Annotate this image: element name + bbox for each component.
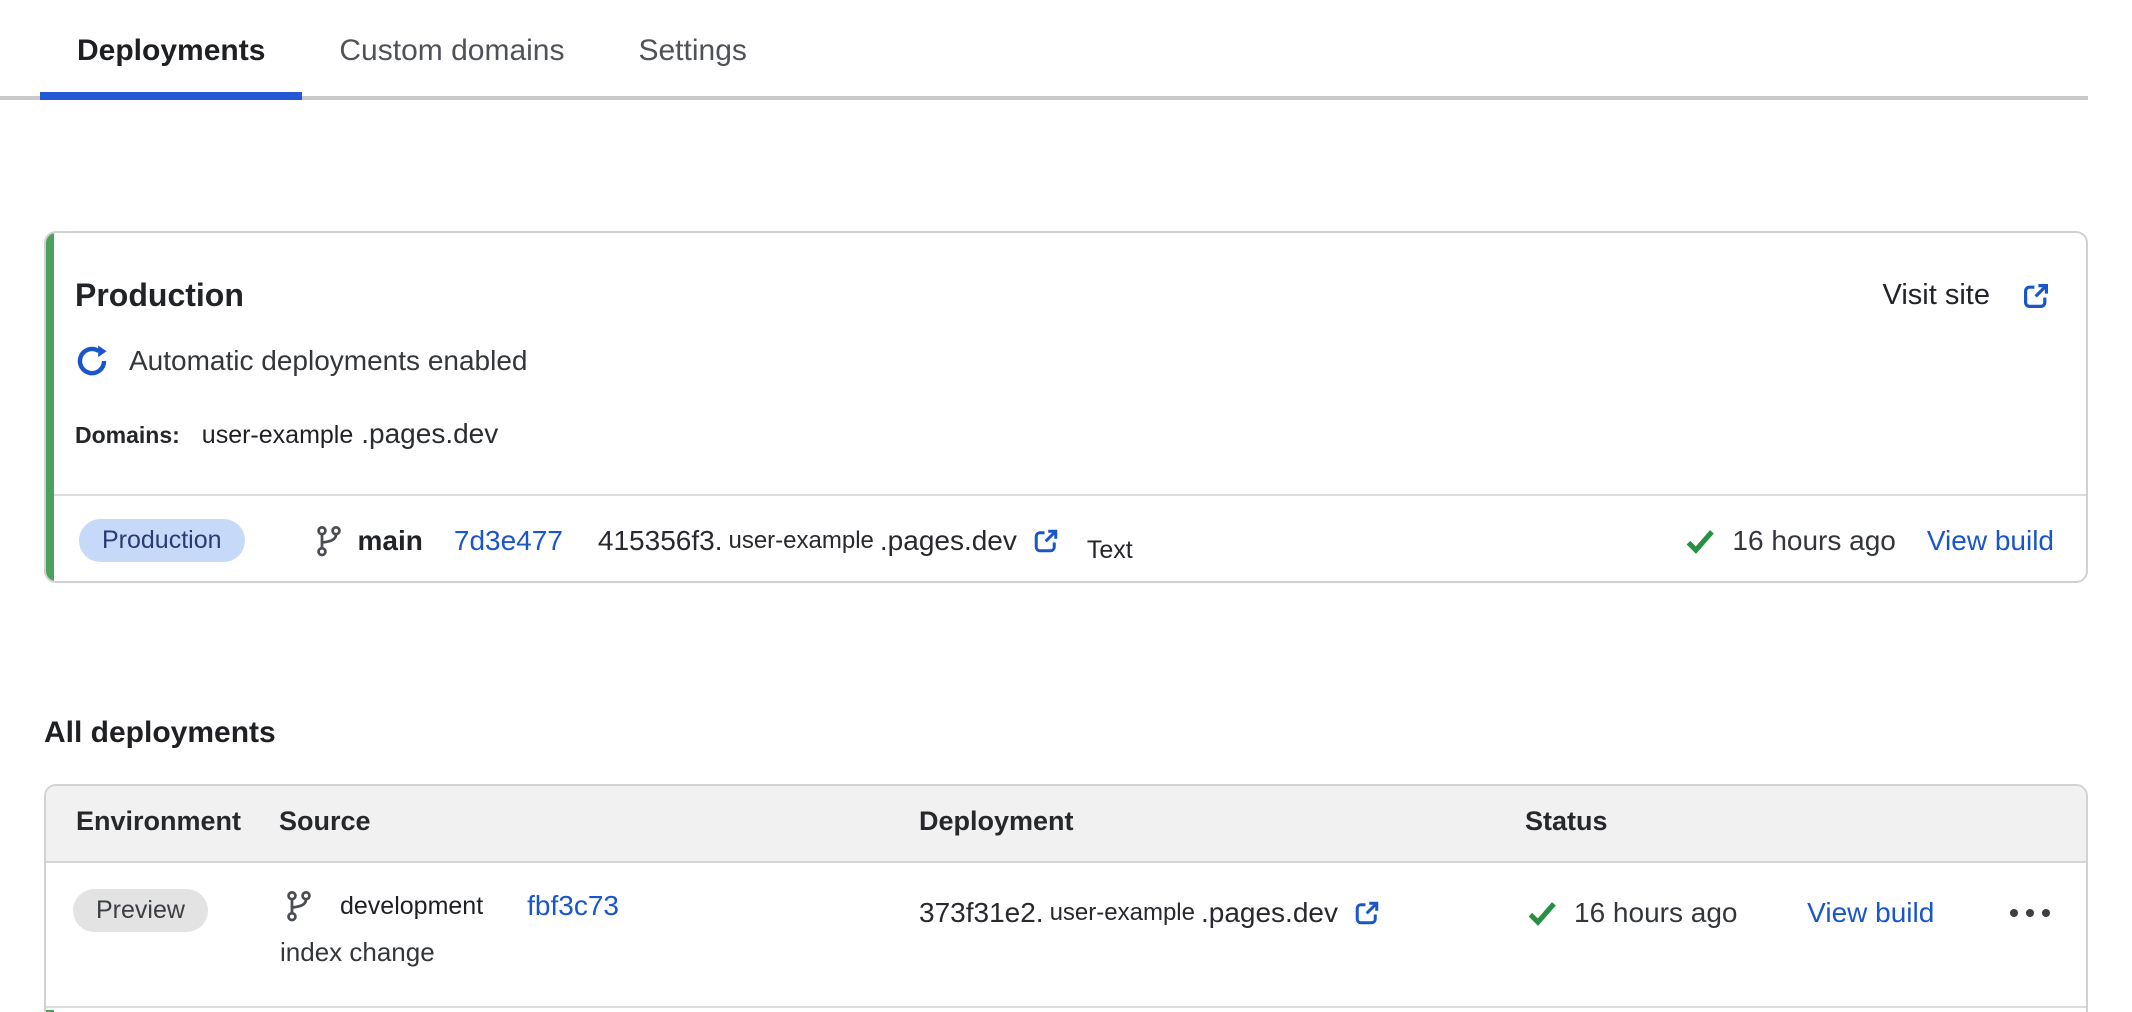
domain-suffix: .pages.dev [361,418,498,450]
table-header-row: Environment Source Deployment Status [46,786,2086,863]
branch-name: development [340,892,483,921]
visit-site-label: Visit site [1883,279,1990,312]
auto-deployments-text: Automatic deployments enabled [129,345,527,377]
deployment-url[interactable]: 373f31e2. user-example .pages.dev [919,897,1382,929]
column-source: Source [279,806,919,837]
deployment-url-suffix: .pages.dev [1201,897,1338,929]
external-link-icon[interactable] [1031,526,1061,556]
commit-link[interactable]: 7d3e477 [454,525,563,557]
environment-badge: Preview [73,889,208,932]
environment-badge: Production [79,519,245,562]
check-icon [1683,524,1717,558]
deployment-time: 16 hours ago [1732,525,1895,557]
production-deployment-row: Production main 7d3e477 415356f3. user-e… [46,494,2086,581]
deployment-url-suffix: .pages.dev [880,525,1017,557]
production-indicator-bar [46,233,54,581]
tab-custom-domains[interactable]: Custom domains [302,0,601,96]
view-build-link[interactable]: View build [1807,897,1934,929]
domain-name: user-example [202,421,353,450]
tab-deployments[interactable]: Deployments [40,0,302,96]
commit-message: Text [1087,536,1133,565]
tab-bar: Deployments Custom domains Settings [0,0,2088,100]
column-deployment: Deployment [919,806,1525,837]
external-link-icon[interactable] [1352,898,1382,928]
deployment-url-name: user-example [728,527,873,555]
deployment-time: 16 hours ago [1574,897,1737,929]
production-card-title: Production [75,277,244,314]
deployment-url-name: user-example [1050,899,1195,927]
production-card: Production Visit site [44,231,2088,583]
column-environment: Environment [46,806,279,837]
commit-link[interactable]: fbf3c73 [527,890,619,922]
tab-settings[interactable]: Settings [601,0,783,96]
commit-message: index change [280,937,919,968]
deployment-url-hash: 373f31e2. [919,897,1044,929]
refresh-icon [75,344,109,378]
deployments-table: Environment Source Deployment Status Pre… [44,784,2088,1012]
git-branch-icon [282,889,316,923]
column-status: Status [1525,806,2086,837]
overflow-menu-icon[interactable] [2004,903,2056,923]
deployment-url-hash: 415356f3. [598,525,723,557]
next-table-row-partial [46,1008,2086,1012]
all-deployments-title: All deployments [44,716,2088,750]
external-link-icon [2020,280,2052,312]
table-row: Preview development fbf3c73 inde [46,863,2086,1008]
branch-name: main [358,525,423,557]
view-build-link[interactable]: View build [1927,525,2054,557]
visit-site-link[interactable]: Visit site [1883,279,2052,312]
check-icon [1525,896,1559,930]
git-branch-icon [312,524,346,558]
deployment-url[interactable]: 415356f3. user-example .pages.dev [598,525,1061,557]
domains-label: Domains: [75,422,180,449]
